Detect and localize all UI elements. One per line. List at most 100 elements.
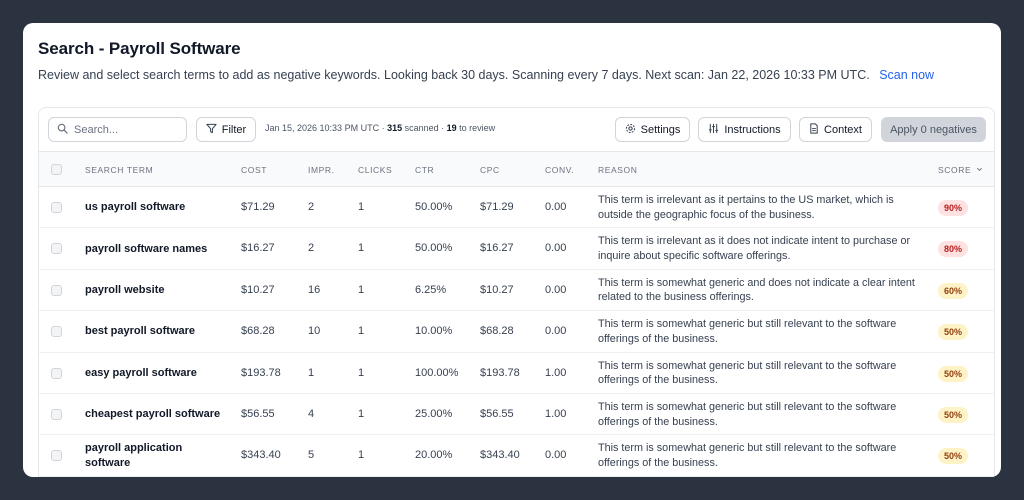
cell-impr: 16 (308, 283, 321, 296)
cell-conv: 1.00 (545, 408, 567, 420)
cell-impr: 2 (308, 242, 315, 255)
table-row[interactable]: us payroll software $71.29 2 1 50.00% $71.29 0… (39, 187, 994, 229)
cell-ctr: 6.25% (415, 283, 447, 296)
table-row[interactable]: payroll software names $16.27 2 1 50.00% $16.… (39, 228, 994, 270)
sliders-icon (708, 123, 724, 137)
table-row[interactable]: best payroll software $68.28 10 1 10.00% $68.… (39, 311, 994, 353)
cell-conv: 1.00 (545, 366, 567, 379)
settings-label: Settings (640, 123, 681, 136)
meta-review-count: 19 (446, 123, 457, 133)
settings-button[interactable]: Settings (615, 117, 690, 142)
document-icon (809, 122, 824, 137)
search-box[interactable] (48, 117, 187, 142)
table-row[interactable]: easy payroll software $193.78 1 1 100.00% $19… (39, 353, 994, 394)
cell-clicks: 1 (358, 408, 365, 420)
score-badge: 50% (938, 407, 969, 423)
score-badge: 80% (938, 241, 969, 258)
search-input[interactable] (74, 123, 174, 136)
cell-ctr: 50.00% (415, 242, 453, 255)
score-badge: 50% (938, 448, 969, 465)
row-checkbox[interactable] (51, 367, 62, 379)
col-search-term[interactable]: SEARCH TERM (85, 165, 153, 175)
cell-ctr: 20.00% (415, 449, 453, 462)
cell-search-term: payroll application software (85, 442, 183, 470)
context-button[interactable]: Context (799, 117, 872, 142)
cell-clicks: 1 (358, 325, 365, 338)
cell-conv: 0.00 (545, 242, 567, 255)
filter-icon (206, 123, 222, 137)
page-subtitle: Review and select search terms to add as… (38, 68, 934, 82)
cell-cost: $193.78 (241, 366, 281, 379)
search-terms-panel: Filter Jan 15, 2026 10:33 PM UTC · 315 s… (38, 107, 995, 477)
cell-cost: $71.29 (241, 201, 275, 213)
row-checkbox[interactable] (51, 202, 62, 213)
col-impr[interactable]: IMPR. (308, 165, 335, 175)
col-score-label: SCORE (938, 165, 972, 175)
cell-conv: 0.00 (545, 283, 567, 296)
meta-time: Jan 15, 2026 10:33 PM UTC · (265, 123, 388, 133)
cell-search-term: us payroll software (85, 201, 186, 214)
table-row[interactable]: cheapest payroll software $56.55 4 1 25.00% $… (39, 394, 994, 436)
cell-search-term: payroll website (85, 283, 165, 296)
cell-clicks: 1 (358, 366, 365, 379)
cell-cpc: $16.27 (480, 242, 514, 255)
score-badge: 90% (938, 200, 969, 216)
cell-reason: This term is somewhat generic but still … (598, 442, 897, 469)
col-ctr[interactable]: CTR (415, 165, 434, 175)
col-score[interactable]: SCORE (938, 165, 983, 175)
cell-cost: $343.40 (241, 449, 281, 462)
cell-impr: 1 (308, 366, 315, 379)
instructions-label: Instructions (724, 123, 781, 136)
score-badge: 50% (938, 324, 969, 341)
col-cpc[interactable]: CPC (480, 165, 500, 175)
scan-meta: Jan 15, 2026 10:33 PM UTC · 315 scanned … (265, 123, 495, 133)
row-checkbox[interactable] (51, 450, 62, 462)
row-checkbox[interactable] (51, 326, 62, 338)
col-reason[interactable]: REASON (598, 165, 638, 175)
cell-search-term: easy payroll software (85, 366, 197, 379)
cell-reason: This term is somewhat generic but still … (598, 318, 897, 345)
cell-reason: This term is somewhat generic but still … (598, 359, 897, 387)
cell-cpc: $71.29 (480, 201, 514, 213)
cell-cpc: $10.27 (480, 283, 514, 296)
apply-negatives-button[interactable]: Apply 0 negatives (881, 117, 986, 142)
row-checkbox[interactable] (51, 284, 62, 296)
row-checkbox[interactable] (51, 243, 62, 255)
gear-icon (625, 123, 641, 137)
context-label: Context (824, 123, 862, 136)
cell-impr: 5 (308, 449, 315, 462)
cell-ctr: 50.00% (415, 201, 453, 213)
cell-reason: This term is somewhat generic but still … (598, 401, 897, 428)
col-clicks[interactable]: CLICKS (358, 165, 392, 175)
filter-button[interactable]: Filter (196, 117, 256, 142)
cell-impr: 10 (308, 325, 321, 338)
instructions-button[interactable]: Instructions (698, 117, 791, 142)
cell-ctr: 10.00% (415, 325, 453, 338)
table-row[interactable]: payroll website $10.27 16 1 6.25% $10.27 0.00 T… (39, 270, 994, 312)
cell-cpc: $68.28 (480, 325, 514, 338)
cell-cpc: $56.55 (480, 408, 514, 420)
cell-reason: This term is irrelevant as it does not i… (598, 235, 911, 262)
cell-ctr: 100.00% (415, 366, 459, 379)
table-row[interactable]: payroll application software $343.40 5 1 20.… (39, 435, 994, 477)
cell-clicks: 1 (358, 201, 365, 213)
subtitle-text: Review and select search terms to add as… (38, 68, 870, 82)
cell-search-term: cheapest payroll software (85, 408, 221, 421)
page-title: Search - Payroll Software (38, 39, 241, 58)
col-cost[interactable]: COST (241, 165, 267, 175)
select-all-checkbox[interactable] (51, 164, 62, 175)
cell-clicks: 1 (358, 242, 365, 255)
scan-now-link[interactable]: Scan now (879, 68, 934, 82)
meta-scanned-count: 315 (387, 123, 403, 133)
card: Search - Payroll Software Review and sel… (23, 23, 1001, 477)
row-checkbox[interactable] (51, 409, 62, 420)
cell-cost: $56.55 (241, 408, 275, 420)
cell-conv: 0.00 (545, 325, 567, 338)
cell-clicks: 1 (358, 449, 365, 462)
score-badge: 60% (938, 282, 969, 299)
meta-scanned-label: scanned · (402, 123, 447, 133)
cell-impr: 4 (308, 408, 315, 420)
cell-search-term: payroll software names (85, 242, 208, 255)
col-conv[interactable]: CONV. (545, 165, 574, 175)
cell-search-term: best payroll software (85, 325, 196, 338)
